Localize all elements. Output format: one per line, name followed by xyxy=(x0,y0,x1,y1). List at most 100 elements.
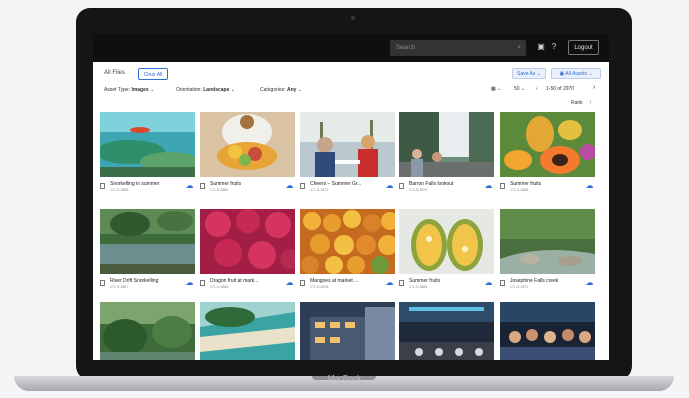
asset-title[interactable]: Cheers – Summer Gr... xyxy=(310,181,380,187)
categories-filter[interactable]: Categories: Any ⌄ xyxy=(260,87,302,93)
asset-id: 171-S-3885 xyxy=(409,285,428,289)
chevron-down-icon: ⌄ xyxy=(297,87,303,93)
asset-title[interactable]: River Drift Snorkelling xyxy=(110,278,180,284)
file-icon xyxy=(500,280,505,286)
asset-thumbnail[interactable] xyxy=(399,112,494,177)
file-icon xyxy=(300,280,305,286)
asset-type-filter[interactable]: Asset Type: Images ⌄ xyxy=(104,87,154,93)
file-icon xyxy=(399,183,404,189)
asset-thumbnail-image xyxy=(500,112,595,177)
asset-thumbnail-image xyxy=(300,209,395,274)
asset-type-label: Asset Type: xyxy=(104,87,131,93)
asset-id: 171-S-3866 xyxy=(210,285,229,289)
asset-title[interactable]: Snorkelling in summer xyxy=(110,181,180,187)
asset-id: 171-S-3868 xyxy=(110,188,129,192)
file-icon xyxy=(200,183,205,189)
asset-thumbnail-image xyxy=(399,302,494,360)
asset-meta: Snorkelling in summer 171-S-3868 ☁ xyxy=(100,180,195,196)
asset-thumbnail[interactable] xyxy=(399,302,494,360)
chevron-down-icon: ⌄ xyxy=(150,87,155,93)
asset-id: 171-S-3867 xyxy=(110,285,129,289)
per-page-value: 50 xyxy=(514,86,520,92)
top-bar: Search ⌕ ▣ ? Logout xyxy=(93,34,609,62)
asset-thumbnail[interactable] xyxy=(100,302,195,360)
file-icon xyxy=(399,280,404,286)
asset-title[interactable]: Barron Falls lookout xyxy=(409,181,479,187)
orientation-filter[interactable]: Orientation: Landscape ⌄ xyxy=(176,87,235,93)
asset-thumbnail[interactable] xyxy=(200,209,295,274)
logout-button[interactable]: Logout xyxy=(568,40,599,55)
asset-id: 171-S-3888 xyxy=(510,188,529,192)
asset-thumbnail-image xyxy=(100,112,195,177)
cloud-download-icon[interactable]: ☁ xyxy=(483,278,494,287)
asset-thumbnail[interactable] xyxy=(399,209,494,274)
file-icon xyxy=(300,183,305,189)
filter-bar: Asset Type: Images ⌄ Orientation: Landsc… xyxy=(103,84,603,97)
grid-view-icon[interactable]: ▦ ⌄ xyxy=(491,86,501,92)
asset-title[interactable]: Dragon fruit at mark... xyxy=(210,278,280,284)
asset-id: 171-S-3879 xyxy=(409,188,428,192)
sort-control[interactable]: Rank ↑ xyxy=(571,100,592,106)
search-placeholder: Search xyxy=(396,45,416,51)
cloud-download-icon[interactable]: ☁ xyxy=(284,278,295,287)
asset-title[interactable]: Mangoes at market ... xyxy=(310,278,380,284)
categories-value: Any xyxy=(286,87,297,93)
asset-id: 171-S-3871 xyxy=(510,285,529,289)
next-page-icon[interactable]: › xyxy=(593,84,595,91)
asset-meta: Cheers – Summer Gr... 171-S-3872 ☁ xyxy=(300,180,395,196)
asset-title[interactable]: Summer fruits xyxy=(210,181,280,187)
cloud-download-icon[interactable]: ☁ xyxy=(584,278,595,287)
prev-page-icon[interactable]: ‹ xyxy=(536,86,538,92)
asset-thumbnail[interactable] xyxy=(100,112,195,177)
cloud-download-icon[interactable]: ☁ xyxy=(483,181,494,190)
asset-thumbnail-image xyxy=(399,112,494,177)
asset-thumbnail[interactable] xyxy=(100,209,195,274)
asset-meta: Mangoes at market ... 171-S-3878 ☁ xyxy=(300,277,395,293)
asset-thumbnail[interactable] xyxy=(300,112,395,177)
cloud-download-icon[interactable]: ☁ xyxy=(184,278,195,287)
asset-thumbnail[interactable] xyxy=(300,209,395,274)
cloud-download-icon[interactable]: ☁ xyxy=(184,181,195,190)
asset-id: 171-S-3878 xyxy=(310,285,329,289)
chevron-down-icon: ⌄ xyxy=(230,87,235,93)
asset-thumbnail-image xyxy=(100,209,195,274)
asset-meta: Josephine Falls creek 171-S-3871 ☁ xyxy=(500,277,595,293)
cloud-download-icon[interactable]: ☁ xyxy=(584,181,595,190)
cloud-download-icon[interactable]: ☁ xyxy=(284,181,295,190)
per-page-select[interactable]: 50 ⌄ xyxy=(514,86,525,92)
asset-thumbnail-image xyxy=(200,209,295,274)
asset-thumbnail-image xyxy=(200,302,295,360)
help-icon[interactable]: ? xyxy=(549,42,559,52)
cloud-download-icon[interactable]: ☁ xyxy=(384,278,395,287)
all-assets-dropdown[interactable]: ▣ All Assets ⌄ xyxy=(551,68,601,79)
asset-title[interactable]: Josephine Falls creek xyxy=(510,278,580,284)
page-range: 1-50 of 2970 xyxy=(546,86,575,92)
file-icon xyxy=(100,280,105,286)
asset-id: 171-S-3880 xyxy=(210,188,229,192)
search-input[interactable]: Search ⌕ xyxy=(390,40,526,56)
asset-thumbnail[interactable] xyxy=(300,302,395,360)
asset-thumbnail-image xyxy=(200,112,295,177)
section-title: All Files xyxy=(104,70,126,76)
arrow-up-icon: ↑ xyxy=(589,100,592,106)
asset-thumbnail[interactable] xyxy=(200,112,295,177)
search-icon[interactable]: ⌕ xyxy=(517,40,521,56)
save-as-button[interactable]: Save As ⌄ xyxy=(512,68,546,79)
asset-meta: Summer fruits 171-S-3885 ☁ xyxy=(399,277,494,293)
asset-thumbnail[interactable] xyxy=(500,209,595,274)
orientation-value: Landscape xyxy=(203,87,230,93)
asset-meta: Dragon fruit at mark... 171-S-3866 ☁ xyxy=(200,277,295,293)
cloud-download-icon[interactable]: ☁ xyxy=(384,181,395,190)
asset-thumbnail[interactable] xyxy=(500,302,595,360)
cart-icon[interactable]: ▣ xyxy=(536,42,546,52)
asset-thumbnail[interactable] xyxy=(500,112,595,177)
clear-all-button[interactable]: Clear All xyxy=(138,68,168,80)
asset-id: 171-S-3872 xyxy=(310,188,329,192)
asset-thumbnail[interactable] xyxy=(200,302,295,360)
asset-title[interactable]: Summer fruits xyxy=(409,278,479,284)
toolbar: All Files Clear All Save As ⌄ ▣ All Asse… xyxy=(103,68,603,82)
asset-meta: Summer fruits 171-S-3888 ☁ xyxy=(500,180,595,196)
asset-thumbnail-image xyxy=(500,302,595,360)
asset-title[interactable]: Summer fruits xyxy=(510,181,580,187)
asset-type-value: Images xyxy=(131,87,149,93)
